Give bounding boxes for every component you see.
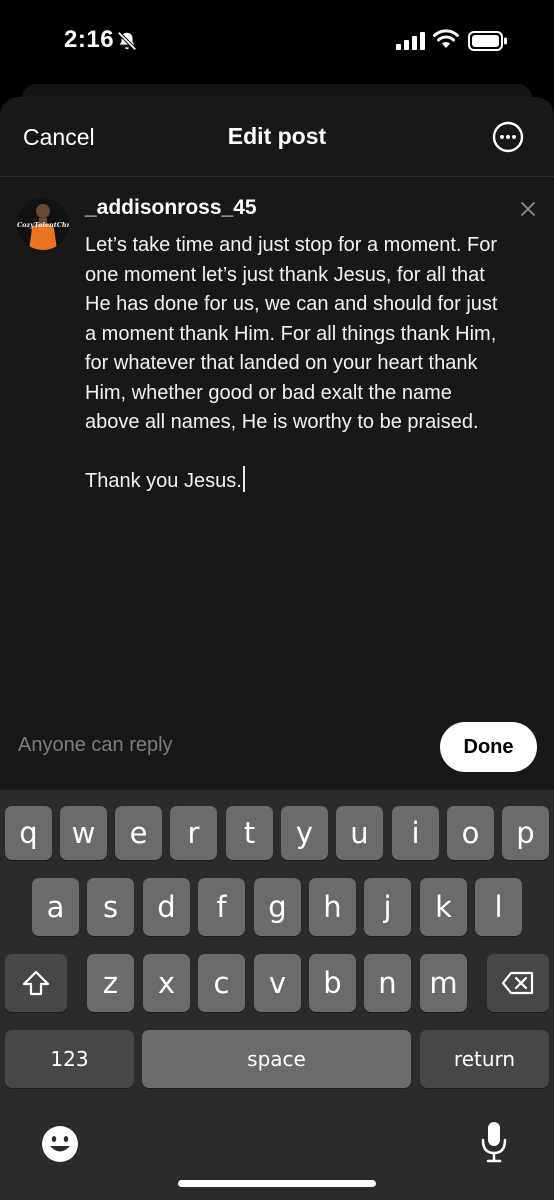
key-z[interactable]: z	[87, 954, 134, 1012]
numbers-key[interactable]: 123	[5, 1030, 134, 1088]
key-l[interactable]: l	[475, 878, 522, 936]
wifi-icon	[433, 29, 459, 48]
key-g[interactable]: g	[254, 878, 301, 936]
key-o[interactable]: o	[447, 806, 494, 860]
close-icon[interactable]	[518, 199, 538, 219]
key-p[interactable]: p	[502, 806, 549, 860]
key-j[interactable]: j	[364, 878, 411, 936]
key-v[interactable]: v	[254, 954, 301, 1012]
backspace-key[interactable]	[487, 954, 549, 1012]
key-a[interactable]: a	[32, 878, 79, 936]
key-w[interactable]: w	[60, 806, 107, 860]
key-r[interactable]: r	[170, 806, 217, 860]
header-divider	[0, 176, 554, 177]
key-n[interactable]: n	[364, 954, 411, 1012]
avatar: CozyTalentChrist	[17, 198, 69, 250]
home-indicator	[178, 1180, 376, 1187]
key-b[interactable]: b	[309, 954, 356, 1012]
bell-slash-icon	[117, 31, 137, 51]
key-s[interactable]: s	[87, 878, 134, 936]
text-cursor	[242, 466, 245, 492]
key-d[interactable]: d	[143, 878, 190, 936]
username: _addisonross_45	[85, 196, 257, 219]
return-key[interactable]: return	[420, 1030, 549, 1088]
post-closing-text: Thank you Jesus.	[85, 470, 242, 492]
keyboard: q w e r t y u i o p a s d f g h j k l z …	[0, 790, 554, 1200]
key-i[interactable]: i	[392, 806, 439, 860]
shift-icon	[22, 970, 50, 996]
key-x[interactable]: x	[143, 954, 190, 1012]
key-t[interactable]: t	[226, 806, 273, 860]
shift-key[interactable]	[5, 954, 67, 1012]
key-k[interactable]: k	[420, 878, 467, 936]
microphone-icon[interactable]	[478, 1120, 510, 1164]
avatar-text: CozyTalentChrist	[17, 221, 69, 229]
key-u[interactable]: u	[336, 806, 383, 860]
cellular-signal-icon	[396, 32, 425, 50]
backspace-icon	[501, 971, 534, 995]
page-title: Edit post	[227, 123, 327, 149]
key-q[interactable]: q	[5, 806, 52, 860]
status-bar: 2:16	[0, 0, 554, 84]
reply-setting[interactable]: Anyone can reply	[18, 734, 173, 757]
key-e[interactable]: e	[115, 806, 162, 860]
battery-icon	[468, 31, 507, 51]
key-m[interactable]: m	[420, 954, 467, 1012]
key-h[interactable]: h	[309, 878, 356, 936]
edit-post-sheet	[0, 97, 554, 790]
status-time: 2:16	[64, 26, 115, 53]
ellipsis-circle-icon[interactable]	[492, 121, 524, 153]
post-closing-line[interactable]: Thank you Jesus.	[85, 466, 245, 496]
done-button[interactable]: Done	[440, 722, 537, 772]
key-c[interactable]: c	[198, 954, 245, 1012]
post-text-editor[interactable]: Let’s take time and just stop for a mome…	[85, 231, 545, 438]
key-y[interactable]: y	[281, 806, 328, 860]
emoji-icon[interactable]	[40, 1124, 80, 1164]
key-f[interactable]: f	[198, 878, 245, 936]
space-key[interactable]: space	[142, 1030, 411, 1088]
